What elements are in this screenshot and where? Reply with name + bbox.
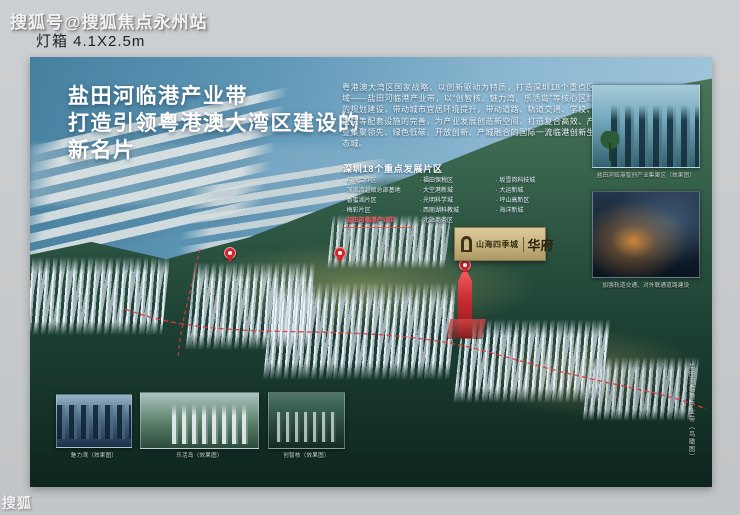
lightbox-size-label: 灯箱 4.1X2.5m — [36, 30, 145, 51]
map-pin-icon — [224, 247, 236, 259]
logo-divider — [523, 237, 524, 252]
inset-photo-core — [268, 392, 345, 449]
photo-buildings — [57, 405, 132, 439]
main-title-line-2: 打造引领粤港澳大湾区建设的 — [68, 110, 361, 137]
brand-name: 山海四季城 — [476, 239, 519, 250]
district-item: 大运新城 — [496, 188, 565, 196]
districts-column-3: 坂雪岗科技城大运新城坪山高新区海洋新城 — [496, 178, 565, 228]
districts-column-1: 前海合作区深圳湾超级总部基地香蜜湖片区梅彩片区盐田河临港产业带 — [343, 178, 412, 228]
pin-dot-icon — [463, 263, 467, 267]
logo-emblem-icon — [461, 236, 472, 252]
brand-suffix: 华府 — [528, 235, 554, 254]
district-item: 福田保税区 — [419, 178, 488, 186]
landmark-tower-base — [446, 319, 486, 339]
sohu-watermark-bottom: 搜狐 — [2, 493, 32, 513]
vertical-caption: 盐田河临港产业带（鸟瞰图） — [685, 363, 695, 479]
pin-dot-icon — [228, 251, 232, 255]
districts-list: 前海合作区深圳湾超级总部基地香蜜湖片区梅彩片区盐田河临港产业带 福田保税区大空港… — [343, 178, 565, 228]
inset-photo-caption: 创智核（效果图） — [268, 451, 345, 459]
palm-tree — [597, 131, 623, 161]
inset-photo-night-aerial — [592, 191, 700, 278]
district-item: 大空港新城 — [419, 188, 488, 196]
district-item: 西丽湖科教城 — [419, 208, 488, 216]
project-logo-plaque: 山海四季城 华府 — [454, 227, 546, 261]
district-item: 坪山高新区 — [496, 198, 565, 206]
photo-buildings — [611, 105, 700, 167]
city-cluster — [583, 357, 700, 421]
main-title: 盐田河临港产业带 打造引领粤港澳大湾区建设的 新名片 — [68, 83, 361, 164]
main-title-line-3: 新名片 — [68, 137, 361, 164]
inset-photo-caption: 加强轨道交通、对外联通道路建设 — [592, 281, 700, 289]
district-item: 海洋新城 — [496, 208, 565, 216]
district-item: 盐田河临港产业带 — [343, 218, 412, 228]
inset-photo-bay — [56, 394, 132, 448]
city-cluster — [30, 257, 170, 335]
photo-buildings — [172, 404, 252, 444]
district-item: 坂雪岗科技城 — [496, 178, 565, 186]
district-item: 北站商务区 — [419, 218, 488, 226]
photo-buildings — [277, 412, 339, 442]
district-item: 前海合作区 — [343, 178, 412, 186]
district-item: 梅彩片区 — [343, 208, 412, 216]
city-cluster — [263, 282, 459, 380]
inset-photo-island — [140, 392, 259, 449]
pin-dot-icon — [338, 251, 342, 255]
inset-photo-towers — [592, 84, 700, 168]
inset-photo-caption: 魅力湾（效果图） — [56, 451, 132, 459]
inset-photo-caption: 乐活岛（效果图） — [140, 451, 259, 459]
billboard-image: 盐田河临港产业带 打造引领粤港澳大湾区建设的 新名片 粤港澳大湾区国家战略，以创… — [30, 57, 712, 487]
inset-photo-caption: 盐田河临港智创产业集聚区（效果图） — [592, 171, 700, 179]
districts-heading: 深圳18个重点发展片区 — [343, 162, 443, 175]
district-item: 香蜜湖片区 — [343, 198, 412, 206]
map-pin-icon — [334, 247, 346, 259]
district-item: 光明科学城 — [419, 198, 488, 206]
districts-column-2: 福田保税区大空港新城光明科学城西丽湖科教城北站商务区 — [419, 178, 488, 228]
main-title-line-1: 盐田河临港产业带 — [68, 83, 361, 110]
intro-paragraph: 粤港澳大湾区国家战略，以创新驱动为特质，打造深圳18个重点区域——盐田河临港产业… — [342, 82, 595, 149]
district-item: 深圳湾超级总部基地 — [343, 188, 412, 196]
